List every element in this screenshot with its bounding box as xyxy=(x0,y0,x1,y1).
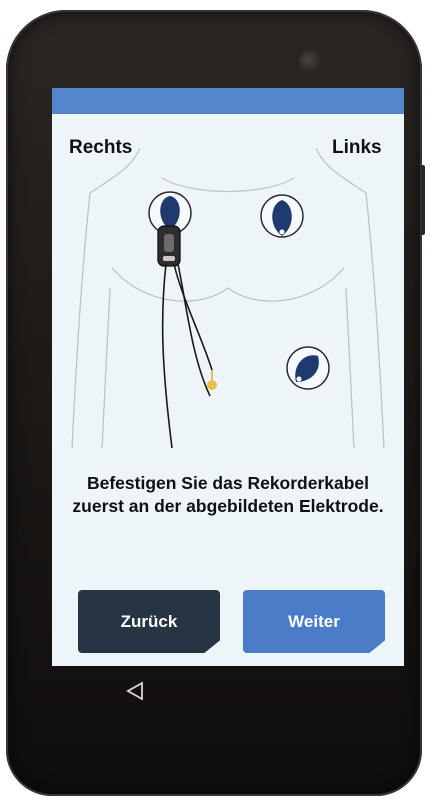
torso-outline xyxy=(71,148,385,448)
side-button xyxy=(421,165,425,235)
instruction-text: Befestigen Sie das Rekorderkabel zuerst … xyxy=(72,473,384,516)
status-bar xyxy=(52,88,404,114)
electrode-left-lower xyxy=(286,346,330,390)
triangle-back-icon[interactable] xyxy=(124,680,146,702)
front-camera xyxy=(299,50,323,74)
electrode-placement-diagram xyxy=(71,148,385,448)
back-button[interactable]: Zurück xyxy=(78,590,220,653)
electrode-left-upper xyxy=(260,194,304,238)
next-button[interactable]: Weiter xyxy=(243,590,385,653)
device-screen: Rechts Links Befestigen Sie das Rekorder… xyxy=(52,88,404,666)
snap-connector xyxy=(207,370,217,390)
lead-wires xyxy=(161,263,213,448)
recorder-clip xyxy=(157,225,181,267)
